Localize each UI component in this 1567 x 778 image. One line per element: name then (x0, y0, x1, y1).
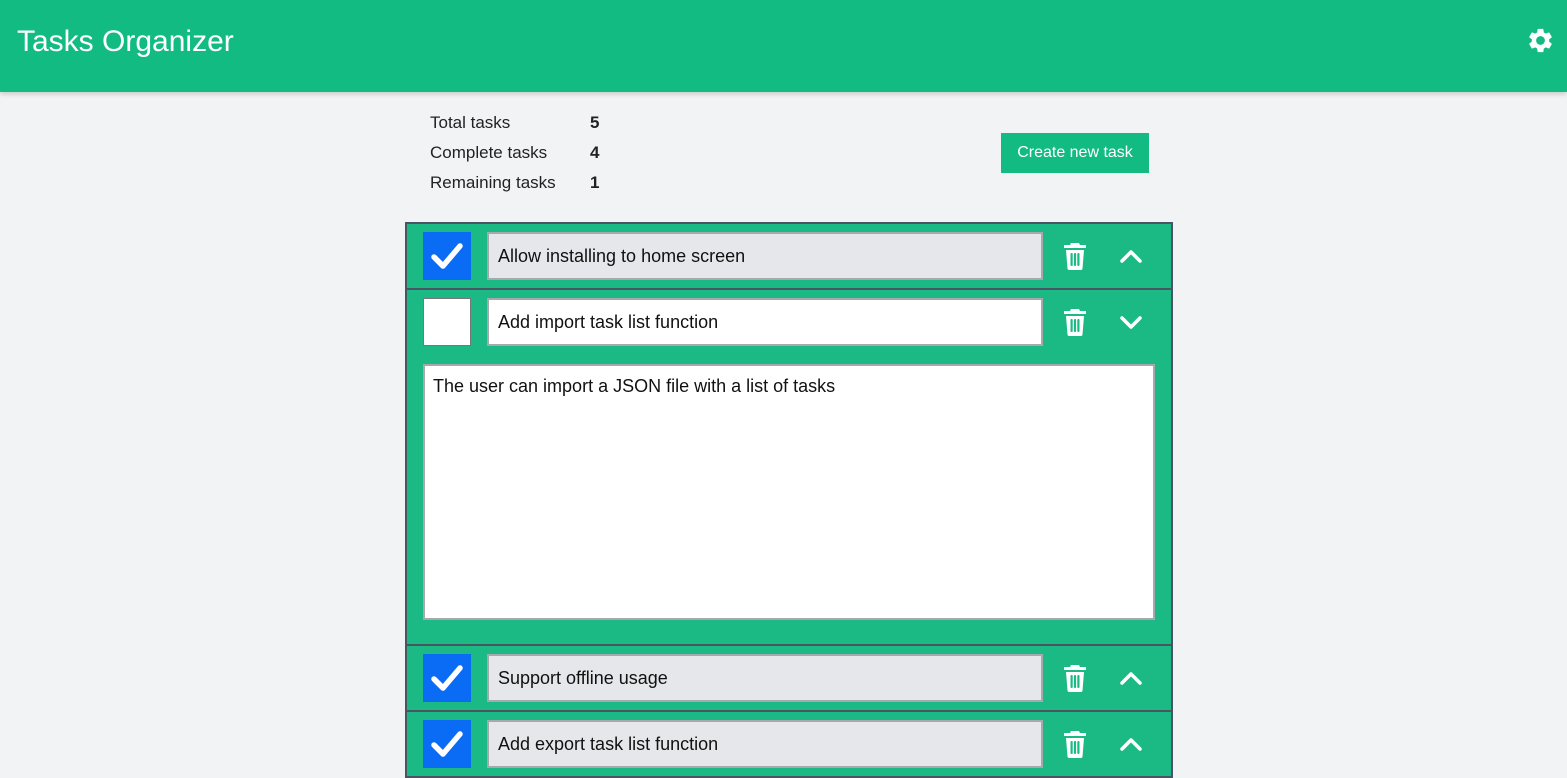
task-checkbox[interactable] (423, 298, 471, 346)
chevron-up-icon[interactable] (1119, 734, 1143, 754)
chevron-up-icon[interactable] (1119, 668, 1143, 688)
stat-total-value: 5 (590, 113, 600, 132)
stat-complete-label: Complete tasks (430, 143, 548, 162)
task-list: The user can import a JSON file with a l… (405, 222, 1173, 778)
stat-total: Total tasks 5 (430, 108, 599, 138)
task-item (407, 224, 1171, 290)
task-item (407, 646, 1171, 712)
checkmark-icon (431, 243, 463, 269)
chevron-down-icon[interactable] (1119, 312, 1143, 332)
trash-icon[interactable] (1063, 308, 1087, 336)
task-description-textarea[interactable]: The user can import a JSON file with a l… (423, 364, 1155, 620)
stat-remaining-label: Remaining tasks (430, 173, 556, 192)
create-task-button[interactable]: Create new task (1001, 133, 1149, 173)
trash-icon[interactable] (1063, 664, 1087, 692)
app-header: Tasks Organizer (0, 0, 1567, 92)
task-checkbox[interactable] (423, 232, 471, 280)
task-item: The user can import a JSON file with a l… (407, 290, 1171, 646)
app-title: Tasks Organizer (17, 25, 234, 58)
task-name-input[interactable] (487, 298, 1043, 346)
stat-total-label: Total tasks (430, 113, 511, 132)
stat-remaining: Remaining tasks 1 (430, 168, 599, 198)
trash-icon[interactable] (1063, 242, 1087, 270)
task-checkbox[interactable] (423, 654, 471, 702)
checkmark-icon (431, 665, 463, 691)
checkmark-icon (431, 731, 463, 757)
stat-complete-value: 4 (590, 143, 600, 162)
chevron-up-icon[interactable] (1119, 246, 1143, 266)
trash-icon[interactable] (1063, 730, 1087, 758)
gear-icon[interactable] (1526, 26, 1555, 55)
stat-remaining-value: 1 (590, 173, 600, 192)
stat-complete: Complete tasks 4 (430, 138, 599, 168)
task-name-input[interactable] (487, 654, 1043, 702)
task-name-input[interactable] (487, 232, 1043, 280)
task-item (407, 712, 1171, 778)
task-stats: Total tasks 5 Complete tasks 4 Remaining… (430, 108, 599, 198)
